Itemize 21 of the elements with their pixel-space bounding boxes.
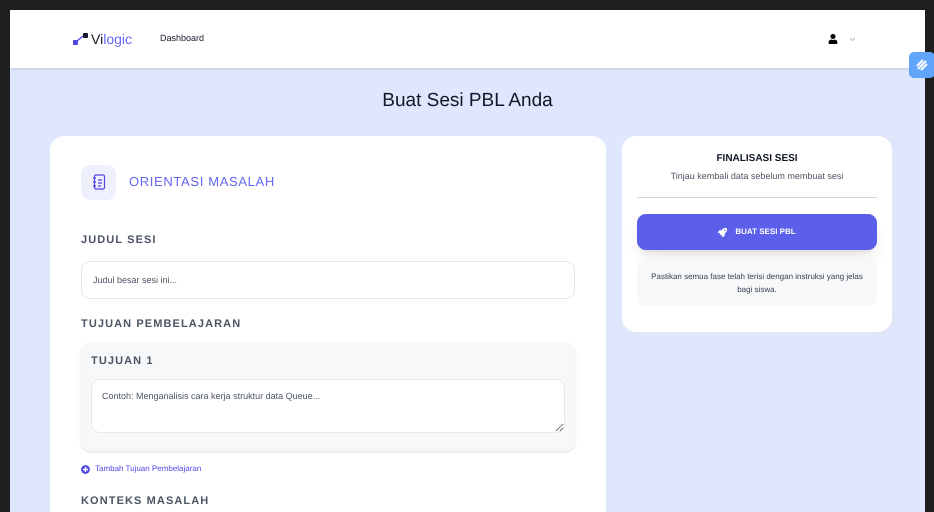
section-title: ORIENTASI MASALAH xyxy=(129,173,275,192)
field-label: KONTEKS MASALAH xyxy=(81,494,210,509)
user-icon[interactable] xyxy=(828,34,838,44)
field-label: JUDUL SESI xyxy=(81,232,158,248)
objective-textarea[interactable]: Contoh: Menganalisis cara kerja struktur data Queue... xyxy=(91,379,565,433)
rocket-icon xyxy=(718,228,728,236)
note-text: Pastikan semua fase telah terisi dengan instruksi yang jelas bagi siswa. xyxy=(651,271,863,296)
nav-link[interactable]: Dashboard xyxy=(160,32,204,46)
brand-name[interactable]: Vilogic xyxy=(91,28,132,50)
floating-widget[interactable] xyxy=(909,52,934,78)
finalize-title: FINALISASI SESI xyxy=(715,152,799,166)
add-objective-link[interactable]: Tambah Tujuan Pembelajaran xyxy=(81,463,202,475)
field-label: TUJUAN PEMBELAJARAN xyxy=(81,317,242,332)
title-input-field[interactable]: Judul besar sesi ini... xyxy=(81,261,575,299)
finalize-subtitle: Tinjau kembali data sebelum membuat sesi xyxy=(670,170,844,183)
logo-icon xyxy=(73,33,89,45)
notebook-icon xyxy=(92,174,106,190)
objective-label: TUJUAN 1 xyxy=(91,354,155,368)
create-session-button[interactable]: BUAT SESI PBL xyxy=(637,214,877,250)
page-title: Buat Sesi PBL Anda xyxy=(381,89,554,113)
plus-icon xyxy=(81,464,90,474)
